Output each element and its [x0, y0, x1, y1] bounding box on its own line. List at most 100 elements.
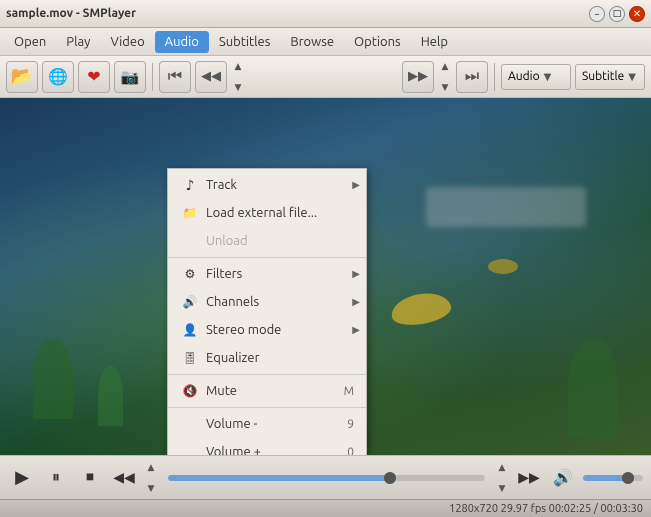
unload-icon [180, 231, 200, 251]
plant-decoration-2 [98, 366, 123, 426]
rewind-icon: ◀◀ [201, 69, 221, 84]
fps: 29.97 fps [501, 503, 546, 515]
globe-icon: 🌐 [48, 67, 68, 86]
menu-open[interactable]: Open [4, 31, 56, 53]
menu-help[interactable]: Help [411, 31, 458, 53]
controls-next-icon: ▶▶ [518, 469, 540, 486]
seek-fwd-arrows: ▲ ▼ [495, 457, 509, 498]
minimize-button[interactable]: − [589, 6, 605, 22]
controls-next-button[interactable]: ▶▶ [515, 464, 543, 492]
seek-bar[interactable] [168, 475, 485, 481]
subtitle-dropdown[interactable]: Subtitle ▼ [575, 64, 645, 90]
track-icon: ♪ [180, 175, 200, 195]
camera-icon: 📷 [121, 68, 140, 86]
menu-audio[interactable]: Audio [155, 31, 209, 53]
audio-dropdown-arrow: ▼ [544, 71, 552, 83]
pause-button[interactable]: ⏸ [42, 464, 70, 492]
audio-menu-equalizer[interactable]: 🎚 Equalizer [168, 344, 366, 372]
menu-subtitles[interactable]: Subtitles [209, 31, 280, 53]
toolbar-separator-1 [152, 63, 153, 91]
seek-fwd-down[interactable]: ▼ [495, 478, 509, 498]
volume-bar[interactable] [583, 475, 643, 481]
menu-video[interactable]: Video [100, 31, 154, 53]
audio-menu-track[interactable]: ♪ Track [168, 171, 366, 199]
time-current: 00:02:25 [549, 503, 592, 515]
stereo-icon: 👤 [180, 320, 200, 340]
controls-prev-button[interactable]: ◀◀ [110, 464, 138, 492]
forward-dropdown2[interactable]: ▼ [438, 77, 452, 97]
toolbar-prev-button[interactable]: ⏮ [159, 61, 191, 93]
audio-menu-mute[interactable]: 🔇 Mute M [168, 377, 366, 405]
volume-button[interactable]: 🔊 [549, 464, 577, 492]
channels-icon: 🔊 [180, 292, 200, 312]
maximize-button[interactable]: □ [609, 6, 625, 22]
next-icon: ⏭ [465, 67, 479, 86]
audio-dropdown-label: Audio [508, 70, 540, 83]
mute-icon: 🔇 [180, 381, 200, 401]
volume-icon: 🔊 [553, 468, 573, 487]
audio-menu-stereo-mode[interactable]: 👤 Stereo mode [168, 316, 366, 344]
prev-icon: ⏮ [168, 67, 182, 86]
fish-decoration [388, 289, 452, 329]
toolbar-rewind-button[interactable]: ◀◀ [195, 61, 227, 93]
plant-decoration-3 [568, 337, 618, 437]
video-info-blur [426, 187, 586, 227]
forward-icon: ▶▶ [408, 69, 428, 84]
audio-menu-divider-1 [168, 257, 366, 258]
audio-context-menu: ♪ Track 📁 Load external file... Unload ⚙… [167, 168, 367, 455]
volume-minus-icon [180, 414, 200, 434]
toolbar-separator-2 [494, 63, 495, 91]
toolbar: 📂 🌐 ❤ 📷 ⏮ ◀◀ ▲ ▼ ▶▶ ▲ ▼ ⏭ Audio ▼ [0, 56, 651, 98]
play-button[interactable]: ▶ [8, 464, 36, 492]
forward-dropdown[interactable]: ▲ [438, 56, 452, 76]
window-title: sample.mov - SMPlayer [6, 7, 136, 20]
toolbar-open-button[interactable]: 📂 [6, 61, 38, 93]
audio-menu-divider-2 [168, 374, 366, 375]
toolbar-url-button[interactable]: 🌐 [42, 61, 74, 93]
toolbar-favorites-button[interactable]: ❤ [78, 61, 110, 93]
fish-small-decoration [488, 259, 518, 274]
audio-menu-filters[interactable]: ⚙ Filters [168, 260, 366, 288]
window-controls: − □ ✕ [589, 6, 645, 22]
audio-dropdown[interactable]: Audio ▼ [501, 64, 571, 90]
load-icon: 📁 [180, 203, 200, 223]
menubar: Open Play Video Audio Subtitles Browse O… [0, 28, 651, 56]
audio-menu-unload: Unload [168, 227, 366, 255]
play-icon: ▶ [15, 467, 29, 488]
rewind-dropdown2[interactable]: ▼ [231, 77, 245, 97]
menu-options[interactable]: Options [344, 31, 411, 53]
stop-icon: ⏹ [86, 468, 94, 487]
close-button[interactable]: ✕ [629, 6, 645, 22]
audio-menu-load-external[interactable]: 📁 Load external file... [168, 199, 366, 227]
stop-button[interactable]: ⏹ [76, 464, 104, 492]
audio-menu-channels[interactable]: 🔊 Channels [168, 288, 366, 316]
audio-menu-volume-minus[interactable]: Volume - 9 [168, 410, 366, 438]
video-area: ♪ Track 📁 Load external file... Unload ⚙… [0, 98, 651, 455]
toolbar-screenshot-button[interactable]: 📷 [114, 61, 146, 93]
controls-bar: ▶ ⏸ ⏹ ◀◀ ▲ ▼ ▲ ▼ ▶▶ 🔊 [0, 455, 651, 499]
seek-fwd-up[interactable]: ▲ [495, 457, 509, 477]
titlebar: sample.mov - SMPlayer − □ ✕ [0, 0, 651, 28]
seek-back-down[interactable]: ▼ [144, 478, 158, 498]
seek-handle[interactable] [384, 472, 396, 484]
toolbar-forward-button[interactable]: ▶▶ [402, 61, 434, 93]
seek-back-up[interactable]: ▲ [144, 457, 158, 477]
status-bar: 1280x720 29.97 fps 00:02:25 / 00:03:30 [0, 499, 651, 517]
plant-decoration [33, 339, 73, 419]
status-info: 1280x720 29.97 fps 00:02:25 / 00:03:30 [449, 503, 643, 515]
pause-icon: ⏸ [52, 468, 60, 487]
subtitle-dropdown-arrow: ▼ [628, 71, 636, 83]
volume-handle[interactable] [622, 472, 634, 484]
seek-back-arrows: ▲ ▼ [144, 457, 158, 498]
resolution: 1280x720 [449, 503, 498, 515]
subtitle-dropdown-label: Subtitle [582, 70, 624, 83]
rewind-dropdown[interactable]: ▲ [231, 56, 245, 76]
equalizer-icon: 🎚 [180, 348, 200, 368]
toolbar-next-button[interactable]: ⏭ [456, 61, 488, 93]
volume-plus-icon [180, 442, 200, 455]
filters-icon: ⚙ [180, 264, 200, 284]
menu-browse[interactable]: Browse [280, 31, 344, 53]
menu-play[interactable]: Play [56, 31, 100, 53]
controls-prev-icon: ◀◀ [113, 469, 135, 486]
audio-menu-volume-plus[interactable]: Volume + 0 [168, 438, 366, 455]
